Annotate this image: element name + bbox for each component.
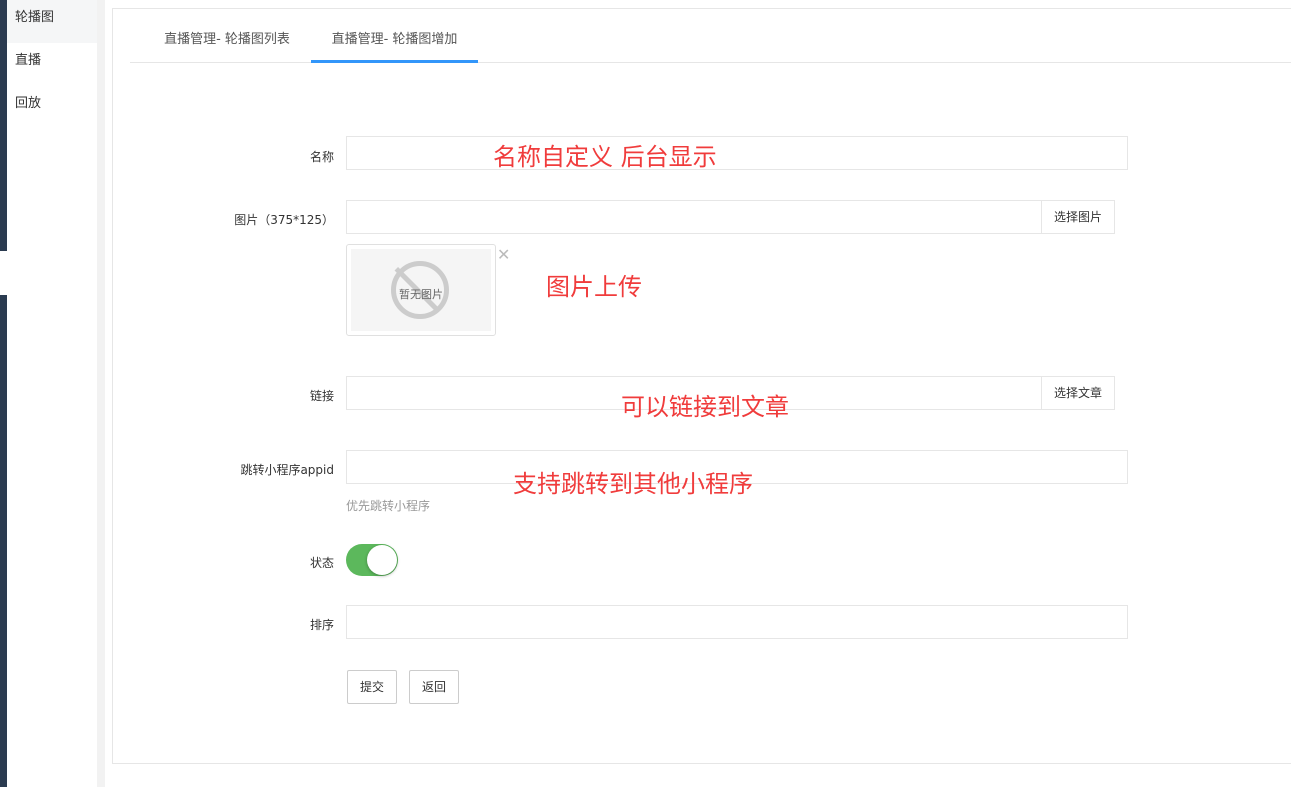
name-input[interactable] [346, 136, 1128, 170]
tab-carousel-list[interactable]: 直播管理- 轮播图列表 [144, 27, 310, 63]
sidebar-item-carousel[interactable]: 轮播图 [7, 0, 97, 43]
sidebar-item-live[interactable]: 直播 [7, 43, 97, 86]
status-label: 状态 [309, 556, 334, 570]
close-icon[interactable]: ✕ [497, 245, 510, 264]
link-annotation: 可以链接到文章 [621, 393, 789, 421]
tab-carousel-add[interactable]: 直播管理- 轮播图增加 [311, 27, 478, 63]
status-toggle[interactable] [346, 544, 398, 576]
select-article-button[interactable]: 选择文章 [1041, 376, 1116, 410]
main: 直播管理- 轮播图列表 直播管理- 轮播图增加 名称 名称自定义 后台显示 图片… [105, 0, 1291, 787]
image-preview: 暂无图片 [346, 244, 496, 336]
sidebar: 轮播图 直播 回放 [7, 0, 97, 787]
nav-gap [0, 251, 7, 295]
image-annotation: 图片上传 [546, 273, 642, 301]
select-image-button[interactable]: 选择图片 [1041, 200, 1116, 234]
no-image-text: 暂无图片 [399, 288, 443, 301]
image-input[interactable] [346, 200, 1042, 234]
app-nav-strip [0, 0, 7, 787]
toggle-knob [367, 545, 397, 575]
submit-button[interactable]: 提交 [347, 670, 398, 704]
image-label: 图片（375*125） [234, 213, 334, 227]
sort-label: 排序 [309, 618, 334, 632]
form-panel: 直播管理- 轮播图列表 直播管理- 轮播图增加 名称 名称自定义 后台显示 图片… [112, 8, 1291, 764]
back-button[interactable]: 返回 [409, 670, 460, 704]
sidebar-item-replay[interactable]: 回放 [7, 86, 97, 129]
appid-label: 跳转小程序appid [240, 463, 334, 477]
appid-hint: 优先跳转小程序 [346, 499, 431, 513]
tab-bar: 直播管理- 轮播图列表 直播管理- 轮播图增加 [130, 27, 1291, 63]
name-label: 名称 [309, 150, 334, 164]
sort-input[interactable] [346, 605, 1128, 639]
name-annotation: 名称自定义 后台显示 [493, 143, 717, 171]
appid-annotation: 支持跳转到其他小程序 [513, 470, 753, 498]
link-label: 链接 [309, 389, 334, 403]
